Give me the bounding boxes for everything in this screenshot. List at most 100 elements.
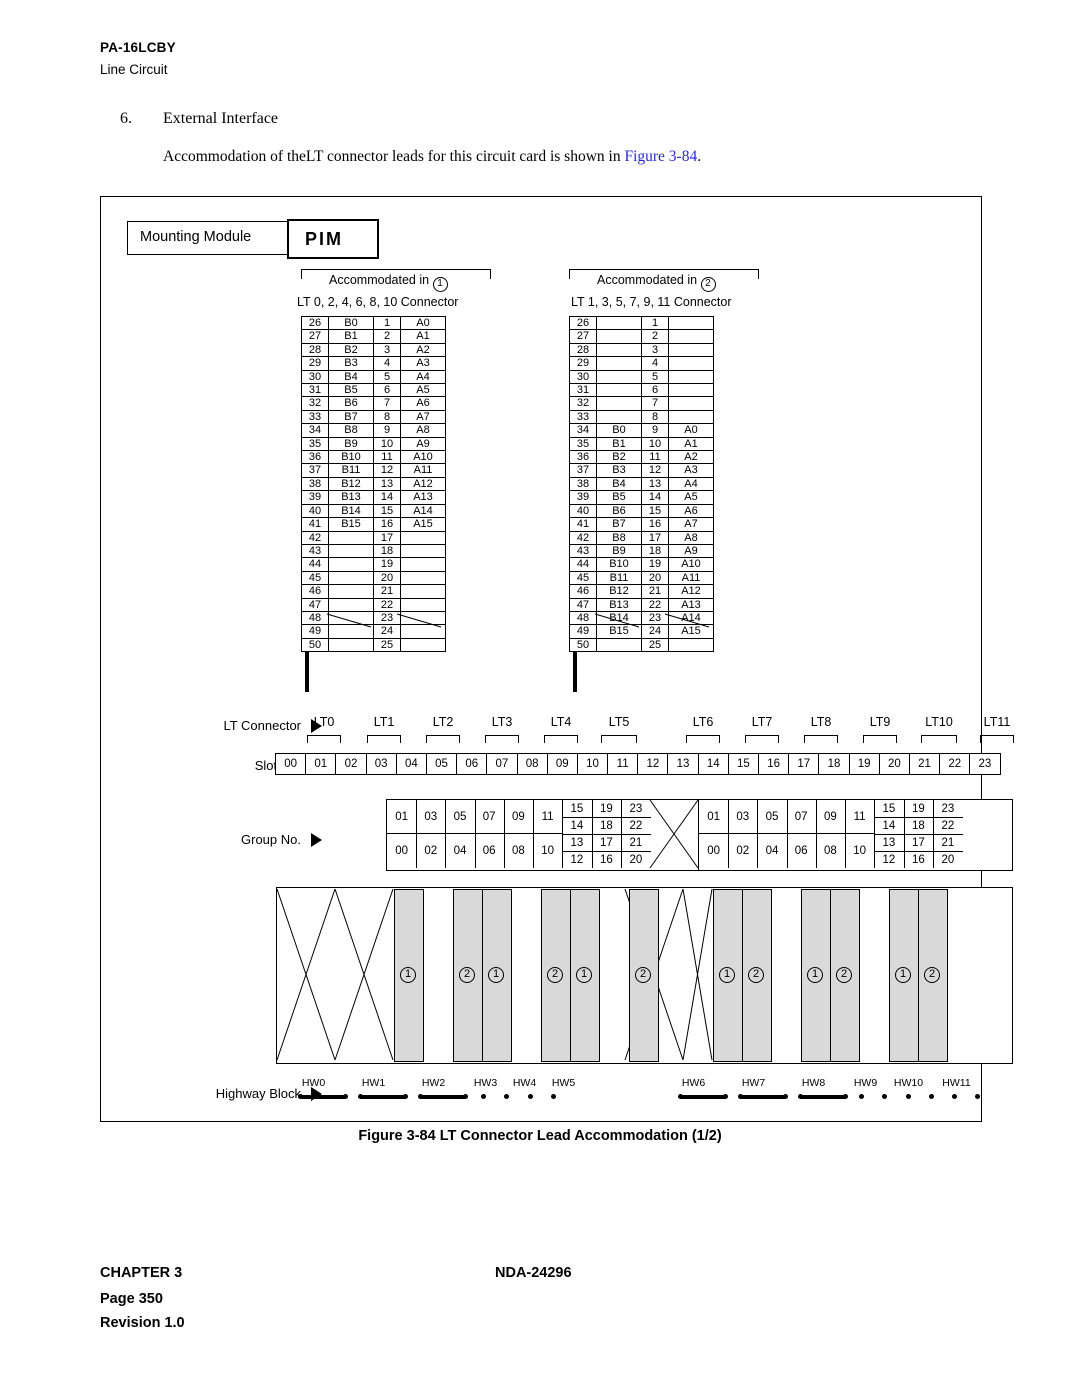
- pim-header-box: PIM: [287, 219, 379, 259]
- group-matrix-cell: 13: [882, 837, 896, 849]
- group-divider: [562, 817, 651, 818]
- group-matrix-cell: 14: [882, 820, 896, 832]
- connector-row: 42 17: [301, 530, 446, 545]
- group-matrix-cell: 13: [570, 837, 584, 849]
- left-cell: 39: [301, 490, 329, 505]
- figure-reference-link[interactable]: Figure 3-84: [624, 148, 697, 165]
- right-cell: A0: [668, 423, 714, 438]
- connector-row: 45 20: [301, 570, 446, 586]
- connector-left-title: LT 0, 2, 4, 6, 8, 10 Connector: [297, 295, 459, 309]
- left-cell: 11: [373, 450, 401, 465]
- slot-cell: 05: [425, 753, 458, 775]
- group-cell-bottom: 00: [707, 845, 720, 857]
- right-cell: 46: [569, 584, 597, 599]
- right-cell: 25: [641, 637, 669, 653]
- right-cell: 17: [641, 530, 669, 545]
- right-cell: B3: [596, 463, 642, 478]
- right-cell: 3: [641, 342, 669, 358]
- left-cell: B0: [328, 315, 374, 331]
- row-label-highway-block: Highway Block: [215, 1086, 301, 1101]
- group-cell-top: 09: [823, 811, 837, 823]
- left-cell: [328, 530, 374, 545]
- accommodated-right-circle: 2: [700, 277, 716, 292]
- figure-container: Mounting Module PIM Accommodated in 1 LT…: [100, 196, 1014, 1122]
- right-cell: B5: [596, 490, 642, 505]
- highway-label: HW8: [801, 1077, 826, 1089]
- group-matrix-cell: 12: [882, 854, 896, 866]
- right-cell: 30: [569, 369, 597, 385]
- right-cell: 49: [569, 624, 597, 639]
- pim-header-label: PIM: [305, 229, 344, 249]
- left-cell: B14: [328, 503, 374, 519]
- connector-row: 50 25: [301, 637, 446, 653]
- lt-bracket: [745, 735, 779, 743]
- left-cell: [400, 610, 446, 626]
- pim-card-number: 1: [570, 967, 598, 983]
- connector-row: 50 25: [569, 637, 714, 653]
- left-cell: [400, 637, 446, 653]
- left-cell: A12: [400, 476, 446, 492]
- group-cell-top: 09: [511, 811, 525, 823]
- group-divider: [503, 800, 505, 868]
- group-matrix-cell: 14: [570, 820, 584, 832]
- left-cell: 21: [373, 584, 401, 599]
- right-cell: B11: [596, 570, 642, 586]
- footer-chapter-number: 3: [174, 1265, 183, 1281]
- lt-bracket: [980, 735, 1014, 743]
- right-cell: 48: [569, 610, 597, 626]
- highway-label: HW11: [942, 1077, 971, 1089]
- left-cell: [328, 637, 374, 653]
- highway-label: HW2: [421, 1077, 446, 1089]
- group-cell-bottom: 04: [453, 845, 467, 857]
- highway-label: HW0: [301, 1077, 326, 1089]
- group-divider: [874, 800, 876, 868]
- group-divider: [474, 800, 476, 868]
- connector-left-table: 26 B0 1 A0 27 B1 2 A1 28 B2 3 A2 29 B3 4 A3 30 B4 5 A4 31 B5 6…: [301, 315, 446, 653]
- highway-dot: [798, 1094, 803, 1099]
- left-cell: 49: [301, 624, 329, 639]
- left-cell: A7: [400, 409, 446, 425]
- connector-row: 29 4: [569, 356, 714, 371]
- group-cell-bottom: 02: [736, 845, 750, 857]
- right-cell: 32: [569, 396, 597, 411]
- group-cell-top: 05: [765, 811, 779, 823]
- left-cell: 14: [373, 490, 401, 505]
- lt-bracket: [367, 735, 401, 743]
- right-cell: A3: [668, 463, 714, 478]
- left-cell: B3: [328, 356, 374, 371]
- right-cell: B6: [596, 503, 642, 519]
- paragraph-text-end: .: [697, 148, 702, 165]
- left-cell: [400, 584, 446, 599]
- right-cell: 10: [641, 436, 669, 452]
- right-cell: [668, 637, 714, 653]
- left-cell: A15: [400, 517, 446, 532]
- right-cell: [596, 396, 642, 411]
- paragraph-text-mid: connector leads for this circuit card is…: [323, 148, 625, 165]
- figure-caption: Figure 3-84 LT Connector Lead Accommodat…: [358, 1128, 722, 1144]
- group-divider: [757, 800, 759, 868]
- right-cell: [596, 329, 642, 344]
- highway-dot: [738, 1094, 743, 1099]
- group-cell-bottom: 00: [395, 845, 408, 857]
- pim-card-number: 2: [918, 967, 946, 983]
- group-divider: [562, 851, 651, 852]
- left-cell: [400, 530, 446, 545]
- left-cell: A2: [400, 342, 446, 358]
- group-cell-bottom: 06: [482, 845, 496, 857]
- right-cell: 19: [641, 557, 669, 572]
- right-cell: 23: [641, 610, 669, 626]
- left-cell: 30: [301, 369, 329, 385]
- lt-label: LT2: [432, 715, 454, 729]
- group-cell-bottom: 08: [511, 845, 525, 857]
- lt-label: LT3: [491, 715, 513, 729]
- group-matrix-cell: 17: [600, 837, 613, 849]
- mounting-module-box: Mounting Module: [127, 221, 294, 255]
- footer-page-label: Page: [100, 1291, 135, 1307]
- left-cell: 43: [301, 543, 329, 559]
- highway-dot: [298, 1094, 303, 1099]
- right-cell: [668, 315, 714, 331]
- right-cell: A12: [668, 584, 714, 599]
- highway-label: HW5: [551, 1077, 576, 1089]
- connector-row: 34 B0 9 A0: [569, 423, 714, 438]
- slot-cell: 23: [969, 753, 1001, 775]
